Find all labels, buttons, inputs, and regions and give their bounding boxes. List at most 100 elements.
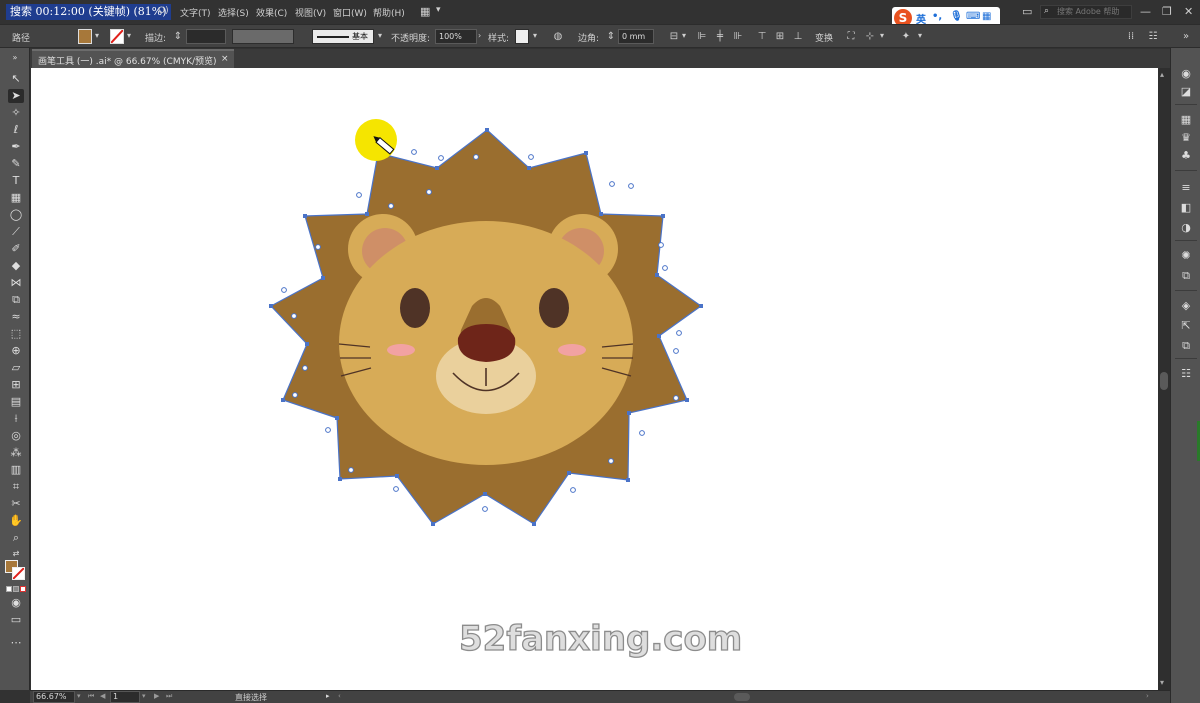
- stroke-color-box[interactable]: [12, 567, 25, 580]
- stroke-color-swatch[interactable]: [110, 29, 124, 44]
- menu-object-partial[interactable]: O): [158, 6, 169, 16]
- next-artboard-icon[interactable]: ▶: [154, 692, 159, 700]
- magic-wand-tool-icon[interactable]: ✧: [8, 106, 24, 120]
- align-middle-icon[interactable]: ⊞: [774, 31, 786, 42]
- collapse-panel-icon[interactable]: »: [7, 51, 23, 65]
- symbol-sprayer-tool-icon[interactable]: ⁂: [8, 446, 24, 460]
- restore-icon[interactable]: ❐: [1162, 5, 1172, 18]
- direction-handle[interactable]: [528, 154, 534, 160]
- zoom-level-input[interactable]: 66.67%: [33, 691, 75, 703]
- direction-handle[interactable]: [608, 458, 614, 464]
- anchor-point[interactable]: [626, 478, 630, 482]
- reflect-tool-icon[interactable]: ⋈: [8, 276, 24, 290]
- direction-handle[interactable]: [393, 486, 399, 492]
- transform-button[interactable]: 变换: [815, 31, 833, 44]
- first-artboard-icon[interactable]: ⏮: [88, 692, 94, 701]
- screen-mode-icon[interactable]: ▭: [8, 613, 24, 627]
- lion-artwork[interactable]: [31, 68, 1158, 690]
- anchor-point[interactable]: [365, 212, 369, 216]
- anchor-point[interactable]: [627, 411, 631, 415]
- align-to-icon[interactable]: ⊟: [668, 31, 680, 42]
- chevron-down-icon[interactable]: ▾: [533, 31, 537, 40]
- pen-tool-icon[interactable]: ✒: [8, 140, 24, 154]
- anchor-point[interactable]: [599, 212, 603, 216]
- hand-tool-icon[interactable]: ✋: [8, 514, 24, 528]
- align-right-icon[interactable]: ⊪: [732, 31, 744, 42]
- collapse-panel-icon[interactable]: »: [1180, 31, 1192, 42]
- ime-punctuation[interactable]: •,: [932, 11, 942, 22]
- align-bottom-icon[interactable]: ⊥: [792, 31, 804, 42]
- chevron-down-icon[interactable]: ▾: [77, 692, 81, 700]
- scroll-down-icon[interactable]: ▾: [1160, 678, 1164, 687]
- menu-view[interactable]: 视图(V): [295, 6, 326, 19]
- document-tab[interactable]: 画笔工具 (一) .ai* @ 66.67% (CMYK/预览) ×: [32, 49, 234, 68]
- gradient-mode-button[interactable]: [13, 586, 19, 592]
- microphone-icon[interactable]: 🎙: [950, 11, 963, 22]
- graphic-styles-icon[interactable]: ⧉: [1179, 270, 1193, 282]
- drawing-mode-icon[interactable]: ◉: [8, 596, 24, 610]
- grid-menu-icon[interactable]: ▦: [982, 11, 991, 22]
- swatches-icon[interactable]: ▦: [1179, 114, 1193, 126]
- direction-handle[interactable]: [673, 348, 679, 354]
- arrange-documents-icon[interactable]: ▭: [1022, 5, 1032, 18]
- gradient-panel-icon[interactable]: ◧: [1179, 202, 1193, 214]
- chevron-down-icon[interactable]: ▾: [127, 31, 131, 40]
- brushes-icon[interactable]: ♛: [1179, 132, 1193, 144]
- gradient-tool-icon[interactable]: ▤: [8, 395, 24, 409]
- arrange-icon[interactable]: ⁞⁞: [1125, 31, 1137, 42]
- anchor-point[interactable]: [655, 273, 659, 277]
- anchor-point[interactable]: [305, 342, 309, 346]
- chevron-down-icon[interactable]: ▾: [378, 31, 382, 40]
- table-tool-icon[interactable]: ▦: [8, 191, 24, 205]
- libraries-icon[interactable]: ☷: [1179, 368, 1193, 380]
- artboard-tool-icon[interactable]: ⌗: [8, 480, 24, 494]
- anchor-point[interactable]: [584, 151, 588, 155]
- color-mode-button[interactable]: [6, 586, 12, 592]
- direction-handle[interactable]: [438, 155, 444, 161]
- anchor-point[interactable]: [269, 304, 273, 308]
- puppet-warp-icon[interactable]: ✦: [900, 31, 912, 42]
- chevron-down-icon[interactable]: ▾: [682, 31, 686, 40]
- menu-select[interactable]: 选择(S): [218, 6, 249, 19]
- direction-handle[interactable]: [388, 203, 394, 209]
- chevron-down-icon[interactable]: ▾: [436, 5, 441, 15]
- direction-handle[interactable]: [315, 244, 321, 250]
- mesh-tool-icon[interactable]: ⊞: [8, 378, 24, 392]
- scroll-right-icon[interactable]: ›: [1146, 692, 1149, 700]
- menu-window[interactable]: 窗口(W): [333, 6, 367, 19]
- anchor-point[interactable]: [527, 166, 531, 170]
- direct-selection-tool-icon[interactable]: ➤: [8, 89, 24, 103]
- anchor-point[interactable]: [435, 166, 439, 170]
- direction-handle[interactable]: [426, 189, 432, 195]
- menu-help[interactable]: 帮助(H): [373, 6, 405, 19]
- align-left-icon[interactable]: ⊫: [696, 31, 708, 42]
- direction-handle[interactable]: [609, 181, 615, 187]
- anchor-point[interactable]: [699, 304, 703, 308]
- swap-colors-icon[interactable]: ⇄: [8, 547, 24, 561]
- anchor-point[interactable]: [303, 214, 307, 218]
- artboard-number-input[interactable]: 1: [110, 691, 140, 703]
- stepper-icon[interactable]: ⇕: [605, 31, 617, 42]
- warp-tool-icon[interactable]: ≈: [8, 310, 24, 324]
- properties-icon[interactable]: ◪: [1179, 86, 1193, 98]
- lasso-tool-icon[interactable]: ℓ: [8, 123, 24, 137]
- direction-handle[interactable]: [676, 330, 682, 336]
- workspace-switcher-icon[interactable]: ▦: [420, 5, 430, 18]
- direction-handle[interactable]: [302, 365, 308, 371]
- anchor-point[interactable]: [483, 492, 487, 496]
- appearance-icon[interactable]: ✺: [1179, 250, 1193, 262]
- variable-width-profile[interactable]: [232, 29, 294, 44]
- scrollbar-thumb[interactable]: [1160, 372, 1168, 390]
- panel-menu-icon[interactable]: ☷: [1147, 31, 1159, 42]
- direction-handle[interactable]: [628, 183, 634, 189]
- direction-handle[interactable]: [662, 265, 668, 271]
- vertical-scrollbar[interactable]: ▴ ▾: [1158, 68, 1170, 690]
- corner-radius-input[interactable]: 0 mm: [618, 29, 654, 44]
- anchor-point[interactable]: [685, 398, 689, 402]
- minimize-icon[interactable]: —: [1140, 5, 1151, 18]
- anchor-point[interactable]: [661, 214, 665, 218]
- direction-handle[interactable]: [281, 287, 287, 293]
- asset-export-icon[interactable]: ⇱: [1179, 320, 1193, 332]
- stroke-weight-input[interactable]: [186, 29, 226, 44]
- scroll-up-icon[interactable]: ▴: [1160, 70, 1164, 79]
